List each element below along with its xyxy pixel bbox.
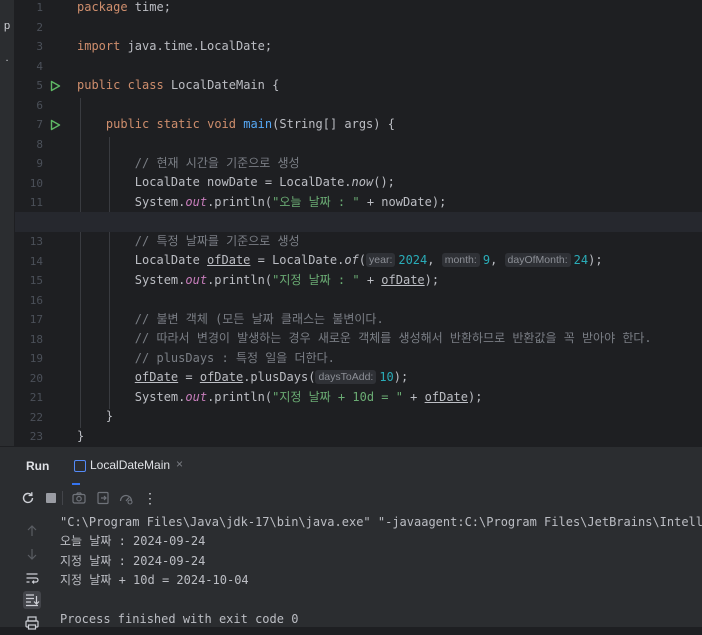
console-line: 지정 날짜 + 10d = 2024-10-04 <box>60 573 249 587</box>
console-side-toolbar <box>0 515 60 630</box>
code-line-11: System.out.println("오늘 날짜 : " + nowDate)… <box>134 195 447 209</box>
line-number: 11 <box>29 196 43 209</box>
code-line-21: System.out.println("지정 날짜 + 10d = " + of… <box>134 390 483 404</box>
more-icon[interactable]: ⋮ <box>142 490 158 506</box>
param-hint-month: month: <box>441 253 480 267</box>
param-hint-dayofmonth: dayOfMonth: <box>504 253 571 267</box>
line-number: 7 <box>36 118 43 131</box>
line-number: 2 <box>36 20 43 34</box>
console-output[interactable]: "C:\Program Files\Java\jdk-17\bin\java.e… <box>60 515 702 627</box>
code-line-5: public class LocalDateMain { <box>77 78 280 92</box>
toolbar-separator <box>62 491 63 505</box>
tab-label: LocalDateMain <box>90 458 171 472</box>
left-tool-strip: p . <box>0 0 15 446</box>
line-number: 6 <box>36 98 43 112</box>
line-number: 23 <box>29 430 43 443</box>
project-tool-glyph[interactable]: p <box>0 20 14 32</box>
line-number: 9 <box>36 157 43 170</box>
print-icon[interactable] <box>24 615 40 631</box>
line-number: 22 <box>29 410 43 424</box>
line-number: 4 <box>36 59 43 73</box>
line-number: 15 <box>29 274 43 287</box>
code-line-3: import java.time.LocalDate; <box>77 39 273 53</box>
tool-dot-glyph: . <box>5 52 9 64</box>
console-line: 지정 날짜 : 2024-09-24 <box>60 554 206 568</box>
code-line-1: package time; <box>77 0 171 14</box>
line-number: 18 <box>29 332 43 346</box>
scroll-up-icon[interactable] <box>24 523 40 539</box>
line-number: 21 <box>29 391 43 404</box>
stop-icon[interactable] <box>43 490 59 506</box>
code-line-15: System.out.println("지정 날짜 : " + ofDate); <box>134 273 440 287</box>
console-line: "C:\Program Files\Java\jdk-17\bin\java.e… <box>60 515 702 529</box>
code-line-10: LocalDate nowDate = LocalDate.now(); <box>134 175 395 189</box>
code-line-20: ofDate = ofDate.plusDays(daysToAdd: 10); <box>134 370 409 384</box>
run-gutter-icon[interactable] <box>49 80 61 92</box>
restore-layout-icon[interactable] <box>95 490 111 506</box>
coverage-icon[interactable] <box>118 490 134 506</box>
param-hint-daystoadd: daysToAdd: <box>315 370 377 384</box>
code-editor[interactable]: 1234567891011121314151617181920212223 pa… <box>15 0 702 446</box>
param-hint-year: year: <box>366 253 396 267</box>
console-line: Process finished with exit code 0 <box>60 612 299 626</box>
soft-wrap-icon[interactable] <box>24 570 40 586</box>
run-window-title[interactable]: Run <box>26 459 49 473</box>
scroll-to-end-icon[interactable] <box>23 591 41 609</box>
run-gutter-icon[interactable] <box>49 119 61 131</box>
code-line-13: // 특정 날짜를 기준으로 생성 <box>134 234 300 248</box>
line-number: 3 <box>36 40 43 53</box>
scroll-down-icon[interactable] <box>24 546 40 562</box>
code-line-18: // 따라서 변경이 발생하는 경우 새로운 객체를 생성해서 반환하므로 반환… <box>134 331 652 345</box>
line-number: 14 <box>29 254 43 268</box>
code-line-19: // plusDays : 특정 일을 더한다. <box>134 351 335 365</box>
code-line-17: // 불변 객체 (모든 날짜 클래스는 불변이다. <box>134 312 384 326</box>
line-number: 13 <box>29 235 43 248</box>
tab-close-icon[interactable]: × <box>176 457 183 471</box>
line-number: 16 <box>29 293 43 307</box>
line-number: 8 <box>36 137 43 151</box>
code-area[interactable]: package time; import java.time.LocalDate… <box>15 0 702 446</box>
code-line-22: } <box>105 409 114 423</box>
run-toolbar: ⋮ <box>0 486 702 510</box>
line-number: 1 <box>36 1 43 14</box>
code-line-12-current <box>15 212 702 232</box>
code-line-14: LocalDate ofDate = LocalDate.of(year: 202… <box>134 253 603 267</box>
code-line-7: public static void main(String[] args) { <box>105 117 395 131</box>
line-number: 19 <box>29 352 43 365</box>
rerun-icon[interactable] <box>20 490 36 506</box>
run-config-icon <box>74 460 86 472</box>
code-line-9: // 현재 시간을 기준으로 생성 <box>134 156 300 170</box>
code-line-23: } <box>77 429 85 443</box>
run-tab-bar: Run LocalDateMain × <box>0 447 702 485</box>
line-number: 10 <box>29 176 43 190</box>
line-number: 5 <box>36 79 43 92</box>
run-tool-window: Run LocalDateMain × ⋮ "C:\Program Files\… <box>0 446 702 630</box>
screenshot-icon[interactable] <box>71 490 87 506</box>
tab-localdatemain[interactable]: LocalDateMain × <box>72 447 183 485</box>
line-number: 17 <box>29 313 43 326</box>
line-number: 20 <box>29 371 43 385</box>
console-line: 오늘 날짜 : 2024-09-24 <box>60 534 206 548</box>
